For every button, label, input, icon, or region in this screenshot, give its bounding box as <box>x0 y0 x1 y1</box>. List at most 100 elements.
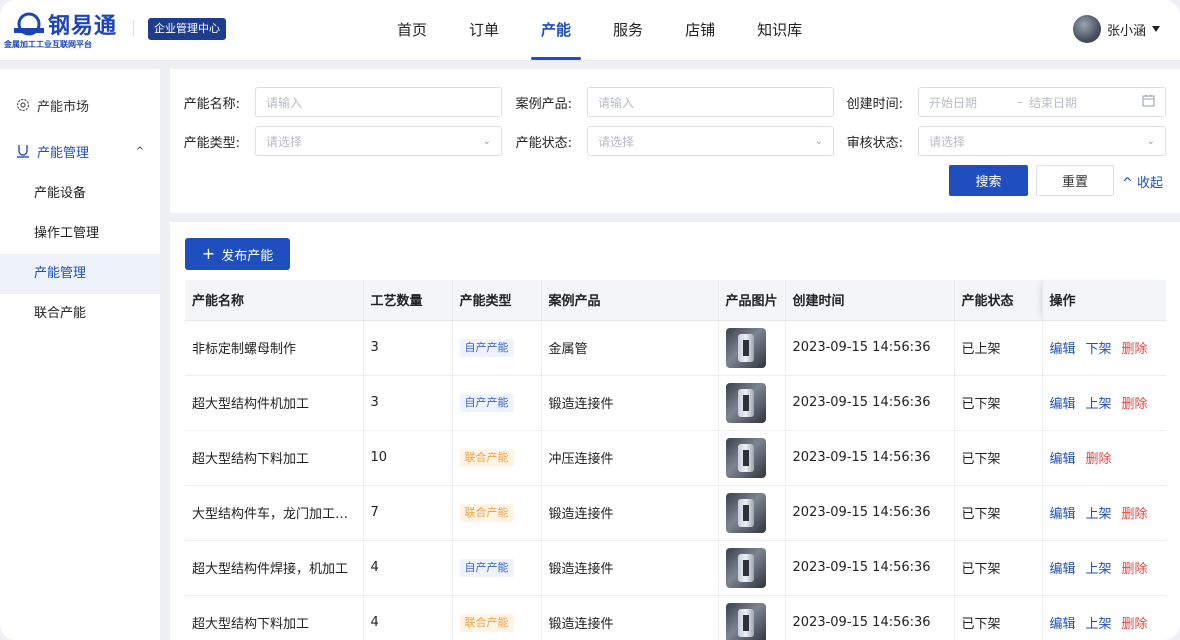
cell-time: 2023-09-15 14:56:36 <box>785 540 955 596</box>
cell-case: 锻造连接件 <box>541 595 719 640</box>
caret-down-icon <box>1152 26 1160 32</box>
capacity-name-input[interactable]: 请输入 <box>255 87 502 117</box>
publish-capacity-button[interactable]: + 发布产能 <box>185 238 290 270</box>
chevron-down-icon: ⌄ <box>1146 135 1155 147</box>
cell-image <box>718 485 786 541</box>
cell-image <box>718 320 786 376</box>
nav-home[interactable]: 首页 <box>383 0 441 60</box>
capacity-table: 产能名称 工艺数量 产能类型 案例产品 产品图片 创建时间 产能状态 操作 非标… <box>185 280 1166 640</box>
sidebar-item-capacity-management[interactable]: 产能管理 <box>0 254 160 294</box>
cell-count: 3 <box>363 375 453 431</box>
capacity-status-select[interactable]: 请选择 ⌄ <box>587 126 834 156</box>
product-thumbnail[interactable] <box>725 382 766 423</box>
cell-actions: 编辑 上架 删除 <box>1042 485 1166 541</box>
brand-subtitle: 金属加工工业互联网平台 <box>4 40 92 49</box>
list-button[interactable]: 上架 <box>1086 562 1112 577</box>
edit-button[interactable]: 编辑 <box>1050 397 1076 412</box>
enterprise-center-badge[interactable]: 企业管理中心 <box>148 18 226 40</box>
nav-services[interactable]: 服务 <box>599 0 657 60</box>
chevron-down-icon: ⌄ <box>482 135 491 147</box>
sidebar-item-capacity-market[interactable]: 产能市场 <box>0 82 160 128</box>
delete-button[interactable]: 删除 <box>1122 397 1148 412</box>
avatar <box>1072 15 1101 43</box>
brand-logo[interactable]: 钢易通 金属加工工业互联网平台 <box>4 6 124 54</box>
filter-audit-row: 审核状态: 请选择 ⌄ <box>833 126 1166 156</box>
list-button[interactable]: 上架 <box>1086 507 1112 522</box>
cell-type: 联合产能 <box>452 595 542 640</box>
search-button[interactable]: 搜索 <box>949 165 1028 196</box>
table-row: 大型结构件车，龙门加工… 7 联合产能 锻造连接件 2023-09-15 14:56:3… <box>185 485 1166 541</box>
app-frame: 钢易通 金属加工工业互联网平台 企业管理中心 首页 订单 产能 服务 店铺 知识… <box>0 0 1180 640</box>
cell-actions: 编辑 上架 删除 <box>1042 595 1166 640</box>
product-thumbnail[interactable] <box>725 602 766 640</box>
column-header: 操作 <box>1042 280 1166 321</box>
nav-knowledge[interactable]: 知识库 <box>743 0 816 60</box>
sidebar-item-operators[interactable]: 操作工管理 <box>0 214 160 254</box>
brand-title: 钢易通 <box>48 14 118 39</box>
column-header: 产品图片 <box>718 280 786 321</box>
edit-button[interactable]: 编辑 <box>1050 342 1076 357</box>
user-name: 张小涵 <box>1106 23 1146 39</box>
edit-button[interactable]: 编辑 <box>1050 452 1076 467</box>
date-range-picker[interactable]: 开始日期 – 结束日期 <box>918 87 1166 117</box>
cell-image <box>718 595 786 640</box>
cell-actions: 编辑 上架 删除 <box>1042 375 1166 431</box>
delete-button[interactable]: 删除 <box>1122 617 1148 632</box>
product-thumbnail[interactable] <box>725 492 766 533</box>
product-thumbnail[interactable] <box>725 437 766 478</box>
user-menu[interactable]: 张小涵 <box>1072 14 1160 44</box>
calendar-icon <box>1142 94 1155 110</box>
header-divider <box>133 20 134 36</box>
sidebar-item-capacity-manage[interactable]: 产能管理 ^ <box>0 128 160 174</box>
cell-name: 超大型结构件机加工 <box>185 375 364 431</box>
edit-button[interactable]: 编辑 <box>1050 507 1076 522</box>
capacity-type-label: 产能类型: <box>183 135 240 151</box>
product-thumbnail[interactable] <box>725 327 766 368</box>
edit-button[interactable]: 编辑 <box>1050 562 1076 577</box>
cell-time: 2023-09-15 14:56:36 <box>785 320 955 376</box>
chevron-down-icon: ⌄ <box>814 135 823 147</box>
column-header: 案例产品 <box>541 280 719 321</box>
sidebar: 产能市场 产能管理 ^ 产能设备 操作工管理 产能管理 联合产能 <box>0 69 160 640</box>
top-header: 钢易通 金属加工工业互联网平台 企业管理中心 首页 订单 产能 服务 店铺 知识… <box>0 0 1180 61</box>
cell-name: 超大型结构件焊接，机加工 <box>185 540 364 596</box>
filter-created-row: 创建时间: 开始日期 – 结束日期 <box>833 87 1166 117</box>
delete-button[interactable]: 删除 <box>1122 342 1148 357</box>
cell-count: 4 <box>363 540 453 596</box>
type-tag: 自产产能 <box>459 393 514 412</box>
nav-orders[interactable]: 订单 <box>455 0 513 60</box>
table-row: 超大型结构件机加工 3 自产产能 锻造连接件 2023-09-15 14:56:36 已下… <box>185 375 1166 431</box>
case-product-input[interactable]: 请输入 <box>587 87 834 117</box>
column-header: 创建时间 <box>785 280 955 321</box>
cell-name: 超大型结构下料加工 <box>185 430 364 486</box>
product-thumbnail[interactable] <box>725 547 766 588</box>
nav-shop[interactable]: 店铺 <box>671 0 729 60</box>
cell-image <box>718 540 786 596</box>
delete-button[interactable]: 删除 <box>1086 452 1112 467</box>
reset-button[interactable]: 重置 <box>1036 165 1114 196</box>
nav-capacity[interactable]: 产能 <box>527 0 585 60</box>
edit-button[interactable]: 编辑 <box>1050 617 1076 632</box>
list-button[interactable]: 上架 <box>1086 397 1112 412</box>
collapse-link[interactable]: ^ 收起 <box>1122 172 1163 191</box>
plus-icon: + <box>201 244 216 263</box>
capacity-type-select[interactable]: 请选择 ⌄ <box>255 126 502 156</box>
sidebar-item-joint-capacity[interactable]: 联合产能 <box>0 294 160 334</box>
cell-type: 联合产能 <box>452 485 542 541</box>
cell-count: 10 <box>363 430 453 486</box>
capacity-table-panel: + 发布产能 产能名称 工艺数量 产能类型 案例产品 产品图片 创建时间 产能状… <box>170 222 1180 640</box>
cell-count: 4 <box>363 595 453 640</box>
sidebar-item-equipment[interactable]: 产能设备 <box>0 174 160 214</box>
table-row: 超大型结构件焊接，机加工 4 自产产能 锻造连接件 2023-09-15 14:56:3… <box>185 540 1166 596</box>
cell-time: 2023-09-15 14:56:36 <box>785 430 955 486</box>
delete-button[interactable]: 删除 <box>1122 562 1148 577</box>
list-button[interactable]: 上架 <box>1086 617 1112 632</box>
cell-count: 7 <box>363 485 453 541</box>
audit-status-select[interactable]: 请选择 ⌄ <box>918 126 1166 156</box>
capacity-name-label: 产能名称: <box>183 96 240 112</box>
delete-button[interactable]: 删除 <box>1122 507 1148 522</box>
magnet-icon <box>15 143 31 159</box>
column-header: 工艺数量 <box>363 280 453 321</box>
start-date-placeholder: 开始日期 <box>929 95 978 110</box>
unlist-button[interactable]: 下架 <box>1086 342 1112 357</box>
